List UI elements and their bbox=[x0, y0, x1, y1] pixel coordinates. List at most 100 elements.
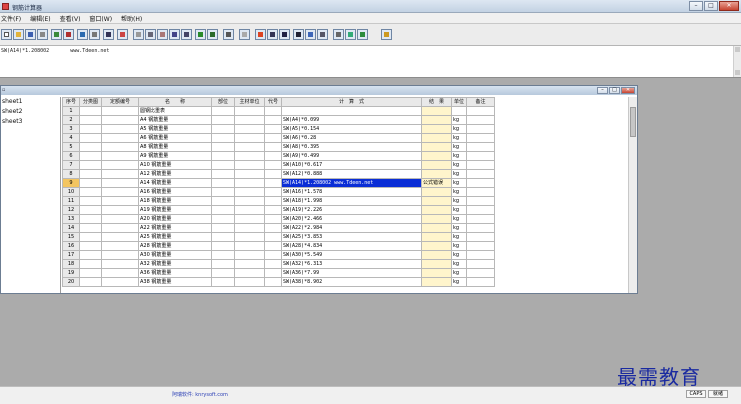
material-unit-cell[interactable] bbox=[234, 124, 265, 134]
quota-code-cell[interactable] bbox=[101, 196, 139, 206]
part-cell[interactable] bbox=[211, 106, 235, 116]
material-unit-cell[interactable] bbox=[234, 178, 265, 188]
quota-code-cell[interactable] bbox=[101, 259, 139, 269]
material-unit-cell[interactable] bbox=[234, 223, 265, 233]
formula-panel[interactable]: SW(A14)*1.208002 www.Tdeen.net bbox=[0, 46, 741, 78]
formula-cell[interactable]: SW(A8)*0.395 bbox=[281, 142, 422, 152]
result-cell[interactable] bbox=[421, 106, 452, 116]
sheet-vertical-scrollbar[interactable] bbox=[628, 97, 637, 293]
quota-code-cell[interactable] bbox=[101, 169, 139, 179]
row-number-cell[interactable]: 16 bbox=[62, 241, 80, 251]
copy-sheet-icon[interactable] bbox=[89, 29, 100, 40]
result-cell[interactable] bbox=[421, 259, 452, 269]
row-number-cell[interactable]: 6 bbox=[62, 151, 80, 161]
part-cell[interactable] bbox=[211, 241, 235, 251]
unit-cell[interactable]: kg bbox=[451, 205, 467, 215]
material-unit-cell[interactable] bbox=[234, 268, 265, 278]
close-button[interactable]: ✕ bbox=[719, 1, 739, 11]
category-cell[interactable] bbox=[79, 277, 102, 287]
remark-cell[interactable] bbox=[466, 106, 495, 116]
table-row[interactable]: 16 A28 钢筋重量 SW(A28)*4.834 kg bbox=[62, 241, 495, 251]
code-cell[interactable] bbox=[264, 277, 282, 287]
table-row[interactable]: 6 A9 钢筋重量 SW(A9)*0.499 kg bbox=[62, 151, 495, 161]
result-cell[interactable] bbox=[421, 196, 452, 206]
header-quota-code[interactable]: 定额编号 bbox=[101, 97, 139, 107]
material-unit-cell[interactable] bbox=[234, 133, 265, 143]
name-cell[interactable]: A10 钢筋重量 bbox=[138, 160, 212, 170]
find-icon[interactable] bbox=[169, 29, 180, 40]
excel-icon[interactable] bbox=[357, 29, 368, 40]
code-cell[interactable] bbox=[264, 250, 282, 260]
open-folder-icon[interactable] bbox=[13, 29, 24, 40]
part-cell[interactable] bbox=[211, 214, 235, 224]
paste-icon[interactable] bbox=[157, 29, 168, 40]
category-cell[interactable] bbox=[79, 214, 102, 224]
part-cell[interactable] bbox=[211, 151, 235, 161]
print-preview-icon[interactable] bbox=[37, 29, 48, 40]
unit-cell[interactable]: kg bbox=[451, 250, 467, 260]
report-icon[interactable] bbox=[239, 29, 250, 40]
part-cell[interactable] bbox=[211, 178, 235, 188]
row-number-cell[interactable]: 13 bbox=[62, 214, 80, 224]
redo-icon[interactable] bbox=[207, 29, 218, 40]
menu-help[interactable]: 帮助(H) bbox=[121, 14, 142, 23]
material-unit-cell[interactable] bbox=[234, 214, 265, 224]
sheet-close-button[interactable]: ✕ bbox=[621, 87, 635, 94]
formula-cell[interactable] bbox=[281, 106, 422, 116]
formula-scrollbar[interactable] bbox=[733, 46, 741, 77]
code-cell[interactable] bbox=[264, 187, 282, 197]
material-unit-cell[interactable] bbox=[234, 250, 265, 260]
formula-cell[interactable]: SW(A18)*1.998 bbox=[281, 196, 422, 206]
category-cell[interactable] bbox=[79, 142, 102, 152]
part-cell[interactable] bbox=[211, 277, 235, 287]
quota-code-cell[interactable] bbox=[101, 214, 139, 224]
material-unit-cell[interactable] bbox=[234, 277, 265, 287]
unit-cell[interactable]: kg bbox=[451, 259, 467, 269]
row-number-cell[interactable]: 9 bbox=[62, 178, 80, 188]
remark-cell[interactable] bbox=[466, 259, 495, 269]
table-row[interactable]: 1 圆钢比重表 bbox=[62, 106, 495, 116]
row-number-cell[interactable]: 3 bbox=[62, 124, 80, 134]
material-unit-cell[interactable] bbox=[234, 115, 265, 125]
code-cell[interactable] bbox=[264, 178, 282, 188]
formula-cell[interactable]: SW(A36)*7.99 bbox=[281, 268, 422, 278]
code-cell[interactable] bbox=[264, 205, 282, 215]
replace-icon[interactable] bbox=[181, 29, 192, 40]
name-cell[interactable]: A9 钢筋重量 bbox=[138, 151, 212, 161]
result-cell[interactable]: 公式错误 bbox=[421, 178, 452, 188]
formula-cell[interactable]: SW(A14)*1.208002 www.Tdeen.net bbox=[281, 178, 422, 188]
formula-cell[interactable]: SW(A28)*4.834 bbox=[281, 241, 422, 251]
code-cell[interactable] bbox=[264, 223, 282, 233]
undo-icon[interactable] bbox=[195, 29, 206, 40]
minimize-button[interactable]: – bbox=[689, 1, 703, 11]
header-name[interactable]: 名 称 bbox=[138, 97, 212, 107]
code-cell[interactable] bbox=[264, 241, 282, 251]
sheet-restore-button[interactable]: □ bbox=[609, 87, 620, 94]
part-cell[interactable] bbox=[211, 133, 235, 143]
name-cell[interactable]: A28 钢筋重量 bbox=[138, 241, 212, 251]
remark-cell[interactable] bbox=[466, 223, 495, 233]
calc-check-icon[interactable] bbox=[255, 29, 266, 40]
row-number-cell[interactable]: 17 bbox=[62, 250, 80, 260]
quota-code-cell[interactable] bbox=[101, 187, 139, 197]
remark-cell[interactable] bbox=[466, 115, 495, 125]
cut-icon[interactable] bbox=[133, 29, 144, 40]
code-cell[interactable] bbox=[264, 115, 282, 125]
part-cell[interactable] bbox=[211, 142, 235, 152]
result-cell[interactable] bbox=[421, 241, 452, 251]
quota-code-cell[interactable] bbox=[101, 142, 139, 152]
table-row[interactable]: 20 A38 钢筋重量 SW(A38)*8.902 kg bbox=[62, 277, 495, 287]
part-cell[interactable] bbox=[211, 259, 235, 269]
row-number-cell[interactable]: 2 bbox=[62, 115, 80, 125]
result-cell[interactable] bbox=[421, 205, 452, 215]
unit-cell[interactable]: kg bbox=[451, 232, 467, 242]
result-cell[interactable] bbox=[421, 142, 452, 152]
scroll-up-icon[interactable] bbox=[735, 47, 740, 52]
sum-icon[interactable] bbox=[317, 29, 328, 40]
category-cell[interactable] bbox=[79, 160, 102, 170]
remark-cell[interactable] bbox=[466, 205, 495, 215]
name-cell[interactable]: A22 钢筋重量 bbox=[138, 223, 212, 233]
unit-cell[interactable]: kg bbox=[451, 169, 467, 179]
material-unit-cell[interactable] bbox=[234, 106, 265, 116]
unit-cell[interactable]: kg bbox=[451, 223, 467, 233]
